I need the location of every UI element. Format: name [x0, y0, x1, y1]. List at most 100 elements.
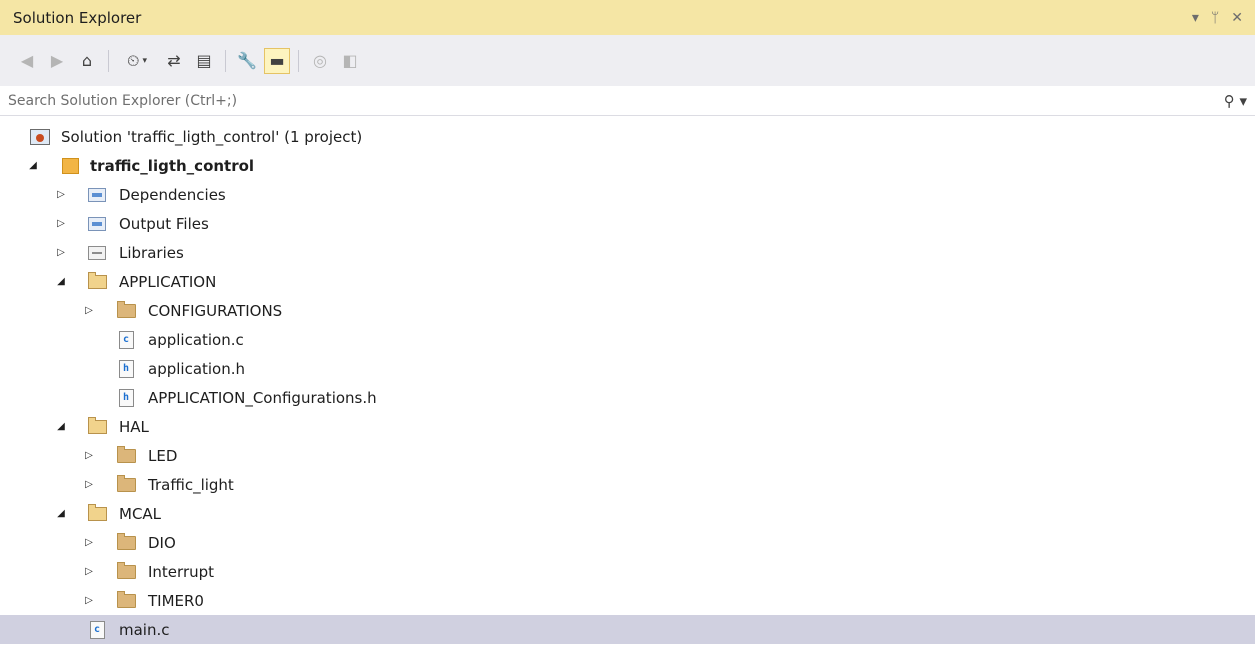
tree-item-label: HAL	[119, 417, 149, 436]
home-button[interactable]: ⌂	[74, 48, 100, 74]
c-file-icon: c	[87, 620, 107, 639]
folder-icon	[116, 445, 136, 465]
expand-arrow-icon[interactable]: ▷	[82, 478, 96, 492]
output-files-icon	[87, 215, 107, 233]
history-icon: ⏲	[126, 50, 140, 70]
tree-item-label: application.h	[148, 359, 246, 378]
preview-button[interactable]: ▬	[264, 47, 290, 74]
toolbar-separator	[225, 49, 226, 72]
show-all-files-icon: ▤	[196, 51, 212, 70]
tree-item-label: TIMER0	[148, 591, 204, 610]
toolbar-separator	[298, 49, 299, 72]
solution-explorer-panel: Solution Explorer ▾ ᛘ ✕ ◀ ▶ ⌂ ⏲ ▾ ⇄ ▤ 🔧 ▬…	[0, 0, 1255, 648]
collapse-arrow-icon[interactable]: ◢	[54, 275, 68, 289]
tree-item-timer0[interactable]: ▷ TIMER0	[0, 586, 1255, 615]
folder-open-icon	[87, 271, 107, 291]
collapse-arrow-icon[interactable]: ◢	[54, 420, 68, 434]
expand-arrow-icon[interactable]: ▷	[82, 565, 96, 579]
tree-item-label: main.c	[119, 620, 170, 639]
libraries-icon	[87, 244, 107, 262]
expand-arrow-icon[interactable]: ▷	[54, 217, 68, 231]
toolbar-separator	[108, 49, 109, 72]
forward-button[interactable]: ▶	[44, 48, 70, 74]
expand-arrow-icon[interactable]: ▷	[82, 304, 96, 318]
wrench-icon: 🔧	[237, 51, 257, 70]
tree-item-label: Output Files	[119, 214, 209, 233]
tree-item-label: CONFIGURATIONS	[148, 301, 283, 320]
title-bar: Solution Explorer ▾ ᛘ ✕	[0, 0, 1255, 35]
tree-item-label: application.c	[148, 330, 244, 349]
dependencies-icon	[87, 186, 107, 204]
expand-arrow-icon[interactable]: ▷	[82, 594, 96, 608]
c-file-icon: c	[116, 330, 136, 349]
tree-item-interrupt[interactable]: ▷ Interrupt	[0, 557, 1255, 586]
preview-icon: ▬	[269, 51, 285, 70]
h-file-icon: h	[116, 388, 136, 407]
pending-changes-filter-button[interactable]: ⏲ ▾	[117, 48, 157, 74]
tree-item-label: LED	[148, 446, 178, 465]
close-icon[interactable]: ✕	[1231, 11, 1243, 25]
collapse-arrow-icon[interactable]: ◢	[26, 159, 40, 173]
tree-item-project[interactable]: ◢ traffic_ligth_control	[0, 151, 1255, 180]
panel-title: Solution Explorer	[13, 8, 142, 27]
forward-icon: ▶	[50, 51, 64, 70]
tree-item-output-files[interactable]: ▷ Output Files	[0, 209, 1255, 238]
back-icon: ◀	[20, 51, 34, 70]
solution-icon	[30, 128, 50, 146]
tree-item-application-c[interactable]: c application.c	[0, 325, 1255, 354]
tree-item-led[interactable]: ▷ LED	[0, 441, 1255, 470]
tree-item-label: MCAL	[119, 504, 162, 523]
tree-item-label: Dependencies	[119, 185, 226, 204]
folder-icon	[116, 474, 136, 494]
designer-icon: ◧	[342, 51, 358, 70]
tree-item-application-h[interactable]: h application.h	[0, 354, 1255, 383]
tree-item-label: APPLICATION_Configurations.h	[148, 388, 377, 407]
window-position-dropdown-icon[interactable]: ▾	[1192, 11, 1199, 25]
sync-icon: ⇄	[167, 51, 181, 70]
folder-open-icon	[87, 416, 107, 436]
folder-open-icon	[87, 503, 107, 523]
properties-button[interactable]: 🔧	[234, 48, 260, 74]
folder-icon	[116, 590, 136, 610]
tree-item-dependencies[interactable]: ▷ Dependencies	[0, 180, 1255, 209]
h-file-icon: h	[116, 359, 136, 378]
tree-item-solution[interactable]: Solution 'traffic_ligth_control' (1 proj…	[0, 122, 1255, 151]
tree-item-label: APPLICATION	[119, 272, 217, 291]
search-icon[interactable]: ⚲ ▾	[1224, 92, 1247, 110]
expand-arrow-icon[interactable]: ▷	[54, 188, 68, 202]
expand-arrow-icon[interactable]: ▷	[54, 246, 68, 260]
search-bar: ⚲ ▾	[0, 86, 1255, 116]
sync-button[interactable]: ⇄	[161, 48, 187, 74]
search-input[interactable]	[6, 91, 1224, 110]
tree-item-label: DIO	[148, 533, 176, 552]
folder-icon	[116, 300, 136, 320]
view-designer-button[interactable]: ◧	[337, 48, 363, 74]
back-button[interactable]: ◀	[14, 48, 40, 74]
tree-item-label: Traffic_light	[148, 475, 234, 494]
home-icon: ⌂	[81, 51, 93, 70]
tree-item-main-c[interactable]: c main.c	[0, 615, 1255, 644]
project-icon	[60, 157, 80, 175]
tree-item-application[interactable]: ◢ APPLICATION	[0, 267, 1255, 296]
solution-label: Solution 'traffic_ligth_control' (1 proj…	[61, 127, 363, 146]
chevron-down-icon: ▾	[142, 55, 147, 66]
expand-arrow-icon[interactable]: ▷	[82, 449, 96, 463]
expand-arrow-icon[interactable]: ▷	[82, 536, 96, 550]
tree-item-configurations[interactable]: ▷ CONFIGURATIONS	[0, 296, 1255, 325]
tree-item-mcal[interactable]: ◢ MCAL	[0, 499, 1255, 528]
view-code-button[interactable]: ◎	[307, 48, 333, 74]
tree-item-traffic-light[interactable]: ▷ Traffic_light	[0, 470, 1255, 499]
toolbar: ◀ ▶ ⌂ ⏲ ▾ ⇄ ▤ 🔧 ▬ ◎ ◧	[0, 35, 1255, 86]
show-all-files-button[interactable]: ▤	[191, 48, 217, 74]
pin-icon[interactable]: ᛘ	[1211, 11, 1219, 25]
folder-icon	[116, 561, 136, 581]
tree-item-application-config-h[interactable]: h APPLICATION_Configurations.h	[0, 383, 1255, 412]
collapse-arrow-icon[interactable]: ◢	[54, 507, 68, 521]
tree-item-dio[interactable]: ▷ DIO	[0, 528, 1255, 557]
tree-item-label: Interrupt	[148, 562, 215, 581]
tree-item-libraries[interactable]: ▷ Libraries	[0, 238, 1255, 267]
tree-item-label: Libraries	[119, 243, 184, 262]
tree-item-hal[interactable]: ◢ HAL	[0, 412, 1255, 441]
solution-tree: Solution 'traffic_ligth_control' (1 proj…	[0, 116, 1255, 644]
title-controls: ▾ ᛘ ✕	[1192, 11, 1255, 25]
